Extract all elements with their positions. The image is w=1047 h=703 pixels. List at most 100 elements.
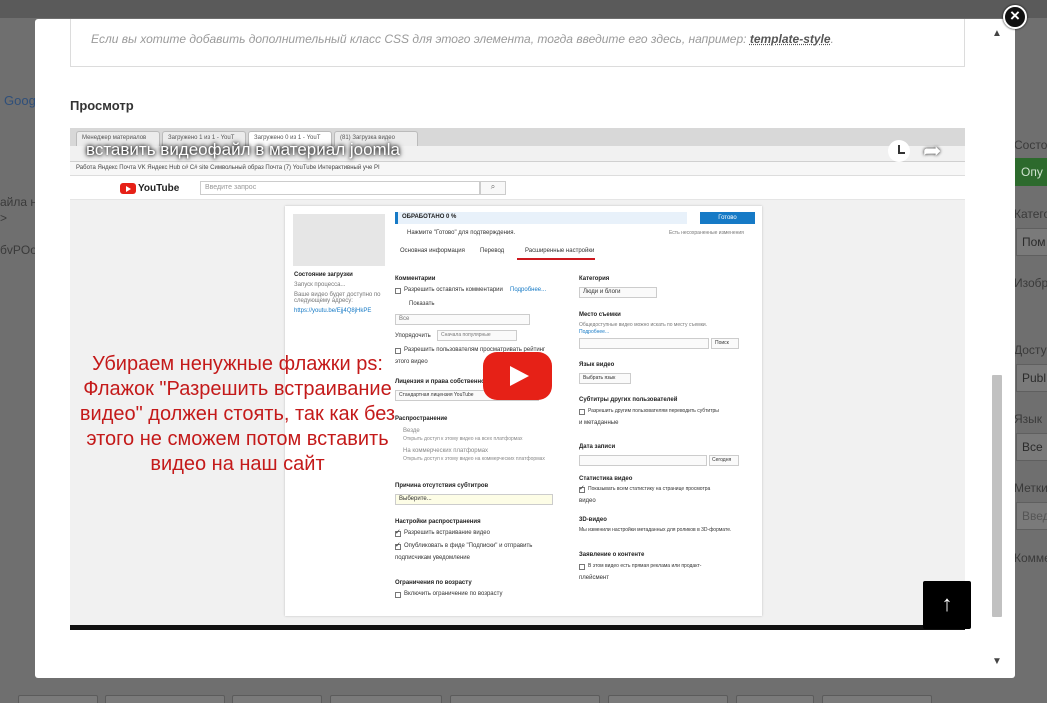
- video-allow-embed: Разрешить встраивание видео: [404, 530, 490, 536]
- video-done-button: Готово: [700, 212, 755, 224]
- hint-example: template-style: [749, 32, 831, 46]
- play-button-icon[interactable]: [483, 352, 552, 400]
- preview-heading: Просмотр: [70, 98, 134, 113]
- hint-end: .: [830, 32, 834, 46]
- youtube-logo-text: YouTube: [138, 182, 180, 194]
- video-comments-label: Комментарии: [395, 276, 436, 282]
- background-toolbar-button: [608, 695, 728, 703]
- video-checkbox: [579, 409, 585, 415]
- background-toolbar-button: [232, 695, 322, 703]
- video-language-label: Язык видео: [579, 362, 615, 368]
- video-upload-status: Состояние загрузки: [294, 272, 353, 278]
- background-right-label: Изобра: [1014, 276, 1047, 290]
- background-right-label: Досту: [1014, 343, 1047, 357]
- background-toolbar-button: [736, 695, 814, 703]
- video-checkbox: [579, 564, 585, 570]
- video-location-label: Место съемки: [579, 312, 621, 318]
- video-url: https://youtu.be/Ejj4Q8jHkPE: [294, 308, 372, 314]
- video-today-button: Сегодня: [712, 457, 732, 463]
- video-checkbox: [395, 288, 401, 294]
- background-left-text: >: [0, 211, 8, 225]
- video-checkbox-checked: [395, 528, 401, 537]
- video-thumbnail: [293, 214, 385, 266]
- close-modal-icon[interactable]: ×: [1003, 5, 1027, 29]
- video-select: [395, 314, 530, 325]
- background-toolbar-button: [330, 695, 442, 703]
- video-order-label: Упорядочить: [395, 333, 431, 339]
- background-toolbar-button: [822, 695, 932, 703]
- video-3d-label: 3D-видео: [579, 517, 607, 523]
- video-youtube-search: Введите запрос: [200, 181, 480, 195]
- video-title[interactable]: вставить видеофайл в материал joomla: [86, 140, 400, 160]
- modal-scrollbar[interactable]: ▲ ▼: [990, 27, 1004, 671]
- video-checkbox: [395, 592, 401, 598]
- background-topbar: [0, 0, 1047, 18]
- video-notify-subs: подписчикам уведомление: [395, 555, 470, 561]
- video-browser-bookmarks: Работа Яндекс Почта VK Яндекс Hub c# C# …: [70, 162, 965, 176]
- scroll-up-icon[interactable]: ▲: [990, 27, 1004, 41]
- video-allow-comments: Разрешить оставлять комментарии: [404, 287, 503, 293]
- video-other-subs: Субтитры других пользователей: [579, 397, 678, 403]
- video-tab-advanced: Расширенные настройки: [525, 248, 595, 254]
- video-tab-basic: Основная информация: [400, 248, 465, 254]
- video-content-claim: Заявление о контенте: [579, 552, 645, 558]
- background-status-button: Опу: [1014, 158, 1047, 186]
- background-right-label: Катего: [1014, 207, 1047, 221]
- background-right-label: Комме: [1014, 551, 1047, 565]
- video-record-date: Дата записи: [579, 444, 616, 450]
- video-category-label: Категория: [579, 276, 610, 282]
- video-everywhere: Везде: [403, 428, 420, 434]
- video-overlay-annotation: Убираем ненужные флажки ps: Флажок "Разр…: [79, 353, 396, 475]
- background-right-box: Publ: [1016, 364, 1047, 392]
- video-everywhere-sub: Открыть доступ к этому видео на всех пла…: [403, 436, 523, 442]
- scroll-down-icon[interactable]: ▼: [990, 655, 1004, 669]
- background-left-text: айла н: [0, 195, 38, 209]
- background-toolbar-button: [105, 695, 225, 703]
- video-age-restrict: Ограничения по возрасту: [395, 580, 472, 586]
- video-more-link: Подробнее...: [579, 329, 610, 335]
- video-stats-label: Статистика видео: [579, 476, 633, 482]
- video-checkbox-checked: [395, 541, 401, 550]
- preview-modal: Если вы хотите добавить дополнительный к…: [35, 19, 1015, 678]
- video-tab-active-indicator: [517, 258, 595, 260]
- background-right-label: Метки: [1014, 481, 1047, 495]
- video-show-label: Показать: [409, 301, 435, 307]
- css-class-hint-box: Если вы хотите добавить дополнительный к…: [70, 19, 965, 67]
- video-checkbox-checked: [579, 484, 585, 493]
- background-left-text: Goog: [4, 93, 36, 108]
- video-placement: плейсмент: [579, 575, 609, 581]
- video-subtitles-reason: Причина отсутствия субтитров: [395, 483, 489, 489]
- scroll-to-top-button[interactable]: ↑: [923, 581, 971, 629]
- youtube-logo: YouTube: [120, 182, 179, 194]
- background-right-box: Введ: [1016, 502, 1047, 530]
- youtube-video-embed[interactable]: Менеджер материалов Загружено 1 из 1 - Y…: [70, 128, 965, 630]
- background-right-label: Язык: [1014, 412, 1043, 426]
- video-license-label: Лицензия и права собственности: [395, 379, 495, 385]
- video-youtube-header: YouTube Введите запрос ⌕: [70, 176, 965, 200]
- video-input: [579, 338, 709, 349]
- background-right-box: Все: [1016, 433, 1047, 461]
- video-distribution-label: Распространение: [395, 416, 448, 422]
- watch-later-icon[interactable]: [888, 140, 910, 162]
- share-icon[interactable]: ➦: [923, 140, 941, 162]
- video-bottom-bar: [70, 625, 965, 630]
- video-publish-feed: Опубликовать в фиде "Подписки" и отправи…: [404, 543, 533, 549]
- video-noncommercial-sub: Открыть доступ к этому видео на коммерче…: [403, 456, 545, 462]
- video-available-text: Ваше видео будет доступно по следующему …: [294, 292, 381, 304]
- video-more-link: Подробнее...: [510, 287, 547, 293]
- video-noncommercial: На коммерческих платформах: [403, 448, 489, 454]
- video-upload-start: Запуск процесса...: [294, 282, 346, 288]
- video-promo: В этом видео есть прямая реклама или про…: [588, 563, 702, 569]
- video-dist-settings: Настройки распространения: [395, 519, 481, 525]
- video-category-value: Люди и блоги: [583, 289, 621, 295]
- hint-text: Если вы хотите добавить дополнительный к…: [91, 32, 747, 46]
- video-location-sub: Общедоступные видео можно искать по мест…: [579, 322, 708, 328]
- background-right-label: Состо: [1014, 138, 1047, 152]
- video-unsaved: Есть несохраненные изменения: [669, 230, 744, 236]
- background-toolbar-button: [450, 695, 600, 703]
- background-toolbar-button: [18, 695, 98, 703]
- video-choose: Выберите...: [399, 496, 432, 502]
- video-search-button: Поиск: [715, 340, 729, 346]
- scrollbar-thumb[interactable]: [992, 375, 1002, 617]
- video-language-value: Выбрать язык: [583, 375, 616, 381]
